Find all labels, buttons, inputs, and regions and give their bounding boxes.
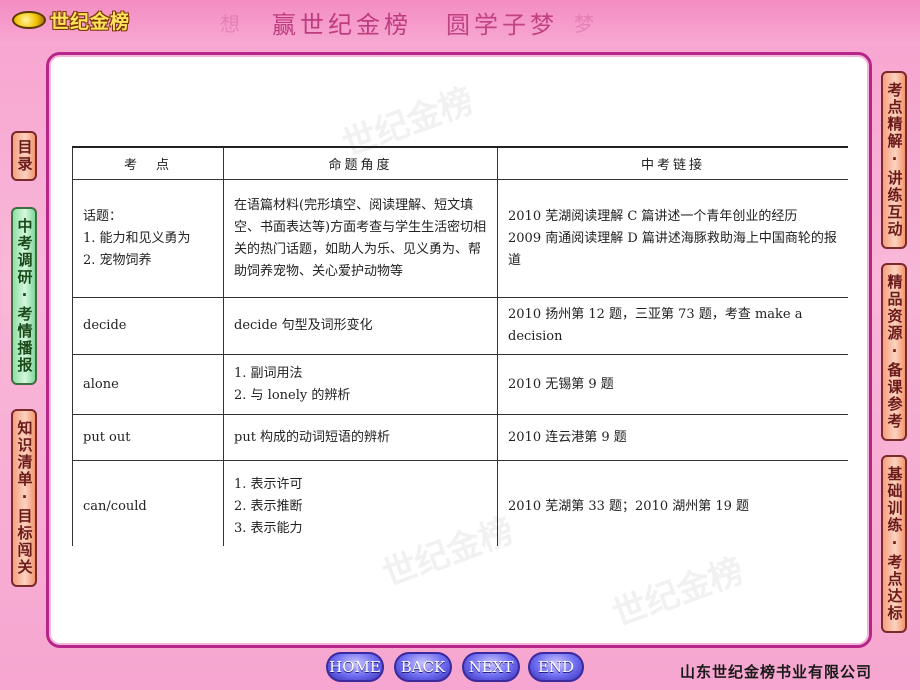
- side-tab-label: 目录: [15, 139, 34, 173]
- cell-point: alone: [72, 354, 224, 415]
- cell-point: decide: [72, 297, 224, 355]
- cell-link: 2010 连云港第 9 题: [497, 414, 848, 461]
- exam-points-table: 考 点 命题角度 中考链接 话题： 1. 能力和见义勇为 2. 宠物饲养 在语篇…: [72, 146, 848, 546]
- cell-link: 2010 无锡第 9 题: [497, 354, 848, 415]
- next-button[interactable]: NEXT: [462, 652, 520, 682]
- side-tab-survey[interactable]: 中考调研·考情播报: [11, 207, 37, 385]
- column-header-angle: 命题角度: [223, 146, 498, 180]
- side-tab-training[interactable]: 基础训练·考点达标: [881, 455, 907, 633]
- side-tab-label: 精品资源·备课参考: [885, 274, 904, 430]
- slogan-part: 赢世纪金榜: [272, 10, 412, 39]
- brand-logo-text: 世纪金榜: [50, 10, 131, 33]
- cell-link: 2010 扬州第 12 题，三亚第 73 题，考查 make a decisio…: [497, 297, 848, 355]
- slogan-part: 想: [220, 11, 244, 36]
- table-row: put out put 构成的动词短语的辨析 2010 连云港第 9 题: [72, 414, 848, 461]
- cell-angle: 1. 表示许可 2. 表示推断 3. 表示能力: [223, 460, 498, 546]
- table-row: decide decide 句型及词形变化 2010 扬州第 12 题，三亚第 …: [72, 297, 848, 355]
- cell-link: 2010 芜湖第 33 题；2010 湖州第 19 题: [497, 460, 848, 546]
- back-button[interactable]: BACK: [394, 652, 452, 682]
- exam-table-container: 考 点 命题角度 中考链接 话题： 1. 能力和见义勇为 2. 宠物饲养 在语篇…: [72, 146, 848, 546]
- table-header-row: 考 点 命题角度 中考链接: [72, 146, 848, 180]
- side-tab-label: 基础训练·考点达标: [885, 466, 904, 622]
- cell-point: 话题： 1. 能力和见义勇为 2. 宠物饲养: [72, 179, 224, 298]
- side-tab-knowledge[interactable]: 知识清单·目标闯关: [11, 409, 37, 587]
- slogan-part: 圆学子梦: [446, 10, 558, 39]
- company-name: 山东世纪金榜书业有限公司: [680, 663, 873, 681]
- side-tab-explain[interactable]: 考点精解·讲练互动: [881, 71, 907, 249]
- watermark-logo: 世纪金榜: [607, 550, 749, 635]
- cell-point: put out: [72, 414, 224, 461]
- table-row: 话题： 1. 能力和见义勇为 2. 宠物饲养 在语篇材料(完形填空、阅读理解、短…: [72, 179, 848, 298]
- cell-link: 2010 芜湖阅读理解 C 篇讲述一个青年创业的经历 2009 南通阅读理解 D…: [497, 179, 848, 298]
- brand-emblem-icon: [12, 11, 46, 29]
- side-tab-label: 考点精解·讲练互动: [885, 82, 904, 238]
- side-tab-contents[interactable]: 目录: [11, 131, 37, 181]
- home-button[interactable]: HOME: [326, 652, 384, 682]
- cell-point: can/could: [72, 460, 224, 546]
- brand-logo: 世纪金榜: [12, 6, 130, 34]
- column-header-point: 考 点: [72, 146, 224, 180]
- slogan-part: 梦: [574, 11, 598, 36]
- side-tab-label: 中考调研·考情播报: [15, 218, 34, 374]
- cell-angle: 1. 副词用法 2. 与 lonely 的辨析: [223, 354, 498, 415]
- side-tab-label: 知识清单·目标闯关: [15, 420, 34, 576]
- top-banner: 世纪金榜 想 赢世纪金榜 圆学子梦 梦: [0, 0, 920, 46]
- column-header-link: 中考链接: [497, 146, 848, 180]
- side-tab-resources[interactable]: 精品资源·备课参考: [881, 263, 907, 441]
- cell-angle: 在语篇材料(完形填空、阅读理解、短文填空、书面表达等)方面考查与学生生活密切相关…: [223, 179, 498, 298]
- table-row: can/could 1. 表示许可 2. 表示推断 3. 表示能力 2010 芜…: [72, 460, 848, 546]
- end-button[interactable]: END: [528, 652, 584, 682]
- table-row: alone 1. 副词用法 2. 与 lonely 的辨析 2010 无锡第 9…: [72, 354, 848, 415]
- cell-angle: put 构成的动词短语的辨析: [223, 414, 498, 461]
- slogan: 想 赢世纪金榜 圆学子梦 梦: [220, 6, 598, 39]
- cell-angle: decide 句型及词形变化: [223, 297, 498, 355]
